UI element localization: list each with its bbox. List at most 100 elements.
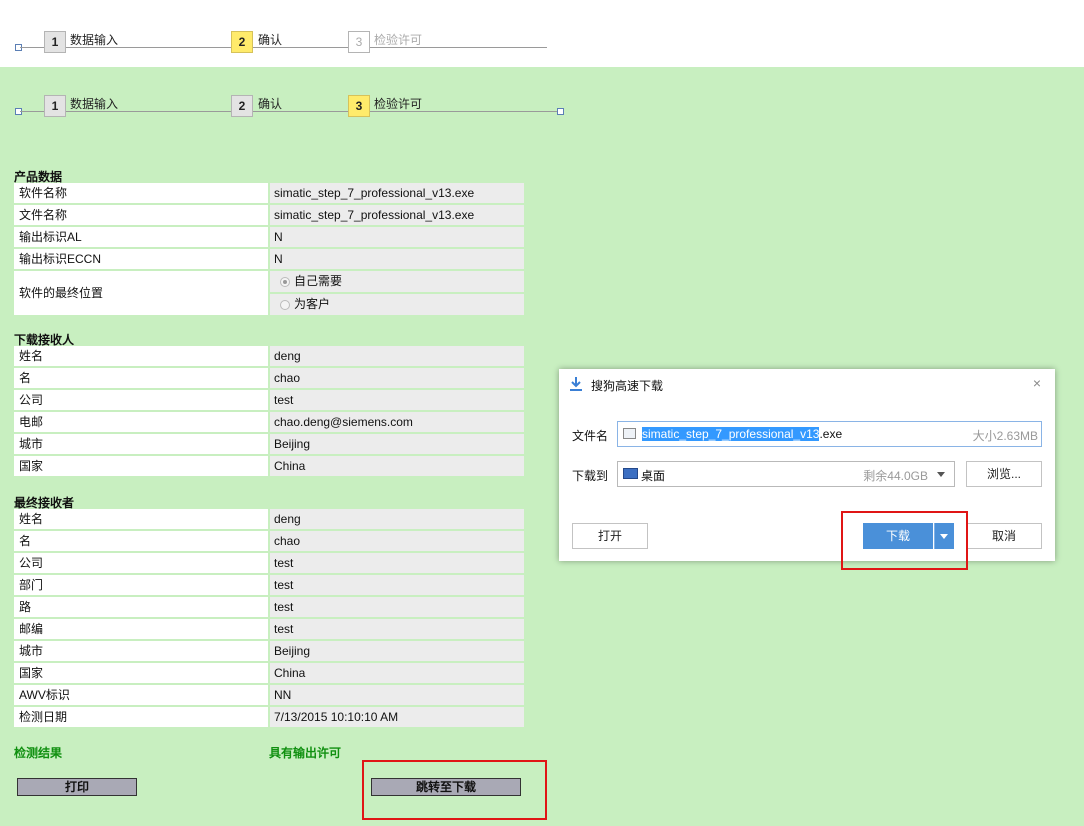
row-label: 检测日期 [14,707,268,727]
step-2-label: 确认 [258,97,283,111]
file-icon [623,428,636,439]
step-3-number: 3 [348,31,370,53]
row-label: 输出标识AL [14,227,268,247]
radio-option-self[interactable]: 自己需要 [270,271,524,292]
radio-icon[interactable] [280,299,290,310]
row-label: 电邮 [14,412,268,432]
row-label: 姓名 [14,346,268,366]
row-value: China [270,456,524,476]
row-value: China [270,663,524,683]
print-button[interactable]: 打印 [17,778,137,796]
row-label: 名 [14,531,268,551]
destination-row: 软件的最终位置 自己需要 为客户 [14,271,524,315]
result-value: 具有输出许可 [269,746,342,760]
row-label: 软件名称 [14,183,268,203]
row-label: 姓名 [14,509,268,529]
row-value: test [270,575,524,595]
open-button[interactable]: 打开 [572,523,648,549]
product-row: 文件名称 simatic_step_7_professional_v13.exe [14,205,524,225]
saveto-select[interactable]: 桌面 剩余44.0GB [617,461,955,487]
saveto-label: 下载到 [572,469,609,483]
wizard-steps: 1 数据输入 2 确认 3 检验许可 [0,93,570,125]
cancel-button[interactable]: 取消 [966,523,1042,549]
download-arrow-icon [569,376,583,395]
product-row: 输出标识AL N [14,227,524,247]
recipient-row: 电邮 chao.deng@siemens.com [14,412,524,432]
row-value: Beijing [270,434,524,454]
step-1-label: 数据输入 [70,33,119,47]
recipient-row: 名 chao [14,368,524,388]
row-label: 名 [14,368,268,388]
row-value: simatic_step_7_professional_v13.exe [270,183,524,203]
free-space: 剩余44.0GB [863,469,928,483]
highlight-download-button [841,511,968,570]
recipient-row: 国家 China [14,456,524,476]
step-2-number: 2 [231,31,253,53]
row-value: NN [270,685,524,705]
row-label: 输出标识ECCN [14,249,268,269]
step-2-number: 2 [231,95,253,117]
radio-label: 为客户 [294,297,331,311]
recipient-row: 姓名 deng [14,346,524,366]
final-recipient-row: AWV标识 NN [14,685,524,705]
row-label: 路 [14,597,268,617]
row-label: 公司 [14,390,268,410]
final-recipient-row: 城市 Beijing [14,641,524,661]
row-label: 国家 [14,456,268,476]
row-value: test [270,619,524,639]
chevron-down-icon[interactable] [937,472,945,477]
final-recipient-row: 邮编 test [14,619,524,639]
step-2-label: 确认 [258,33,283,47]
row-value: chao.deng@siemens.com [270,412,524,432]
filename-label: 文件名 [572,429,609,443]
recipient-row: 公司 test [14,390,524,410]
step-3-label: 检验许可 [374,33,423,47]
file-size: 大小2.63MB [972,429,1038,443]
row-value: test [270,390,524,410]
row-value: chao [270,368,524,388]
step-1-number: 1 [44,95,66,117]
recipient-row: 城市 Beijing [14,434,524,454]
row-value: test [270,553,524,573]
product-row: 软件名称 simatic_step_7_professional_v13.exe [14,183,524,203]
row-label: 城市 [14,641,268,661]
highlight-goto-download [362,760,547,820]
row-value: Beijing [270,641,524,661]
filename-text: simatic_step_7_professional_v13.exe [642,427,843,441]
radio-option-customer[interactable]: 为客户 [270,294,524,315]
row-value: N [270,227,524,247]
result-label: 检测结果 [14,746,63,760]
radio-label: 自己需要 [294,274,343,288]
final-recipient-row: 公司 test [14,553,524,573]
row-value: simatic_step_7_professional_v13.exe [270,205,524,225]
row-label: 邮编 [14,619,268,639]
wizard-steps-top: 1 数据输入 2 确认 3 检验许可 [0,29,570,61]
final-recipient-row: 姓名 deng [14,509,524,529]
row-value: chao [270,531,524,551]
step-1-number: 1 [44,31,66,53]
download-dialog: 搜狗高速下载 × 文件名 simatic_step_7_professional… [559,369,1055,561]
row-value: 7/13/2015 10:10:10 AM [270,707,524,727]
row-label: 文件名称 [14,205,268,225]
final-recipient-row: 检测日期 7/13/2015 10:10:10 AM [14,707,524,727]
step-3-number: 3 [348,95,370,117]
row-label: 城市 [14,434,268,454]
row-value: N [270,249,524,269]
row-value: test [270,597,524,617]
step-1-label: 数据输入 [70,97,119,111]
final-recipient-row: 部门 test [14,575,524,595]
row-value: deng [270,509,524,529]
final-recipient-row: 名 chao [14,531,524,551]
row-value: deng [270,346,524,366]
final-recipient-row: 国家 China [14,663,524,683]
desktop-icon [623,468,638,479]
row-label: 公司 [14,553,268,573]
final-recipient-row: 路 test [14,597,524,617]
browse-button[interactable]: 浏览... [966,461,1042,487]
close-icon[interactable]: × [1033,375,1041,391]
filename-input[interactable]: simatic_step_7_professional_v13.exe 大小2.… [617,421,1042,447]
row-label: 部门 [14,575,268,595]
radio-selected-icon[interactable] [280,276,290,287]
folder-name: 桌面 [641,469,666,483]
step-3-label: 检验许可 [374,97,423,111]
